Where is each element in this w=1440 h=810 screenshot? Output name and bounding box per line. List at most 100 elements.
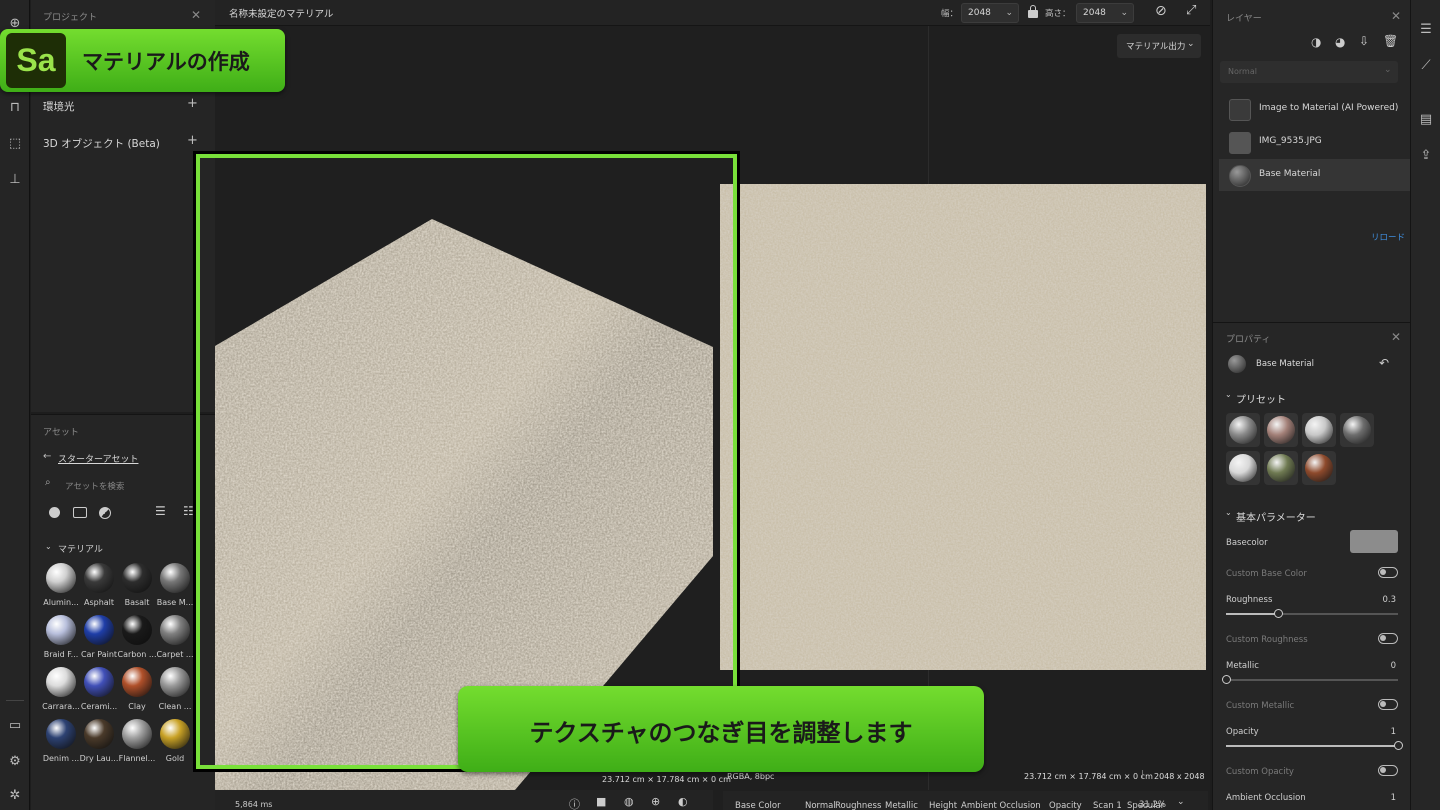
2d-texture-view[interactable] [720, 184, 1206, 670]
channel-tab[interactable]: Height [929, 801, 957, 810]
opacity-knob[interactable] [1394, 741, 1403, 750]
add-material-layer-icon[interactable]: ◕ [1335, 35, 1345, 49]
stamp-tool-icon[interactable]: ⊥ [5, 170, 25, 190]
images-filter-icon[interactable] [73, 507, 87, 518]
asset-material-tile[interactable]: Clean ... [157, 667, 193, 711]
opacity-slider[interactable] [1226, 741, 1403, 750]
blend-mode-select[interactable]: Normal ⌄ [1220, 61, 1398, 83]
asset-material-tile[interactable]: Carrara... [42, 667, 80, 711]
chevron-down-icon[interactable]: ⌄ [45, 542, 52, 551]
height-select[interactable]: 2048 ⌄ [1076, 3, 1134, 23]
asset-material-tile[interactable]: Braid F... [43, 615, 79, 659]
overlay-title: マテリアルの作成 [82, 50, 250, 74]
material-export-button[interactable]: マテリアル出力 ⌄ [1117, 34, 1201, 58]
preset-swatch[interactable] [1226, 451, 1260, 485]
chevron-down-icon[interactable]: ⌄ [1225, 508, 1232, 517]
close-icon[interactable]: ✕ [1391, 330, 1401, 344]
import-icon[interactable]: ⇩ [1359, 34, 1369, 48]
add-environment-light-icon[interactable]: + [187, 96, 198, 111]
ruler-icon[interactable]: ⟋ [1416, 56, 1436, 76]
camera-icon[interactable]: ■ [596, 795, 606, 808]
close-icon[interactable]: ✕ [191, 8, 201, 22]
custom-base-color-toggle[interactable] [1378, 567, 1398, 578]
width-select[interactable]: 2048 ⌄ [961, 3, 1019, 23]
roughness-knob[interactable] [1273, 609, 1283, 618]
settings-icon[interactable]: ⚙ [5, 752, 25, 772]
plugins-icon[interactable]: ✲ [5, 786, 25, 806]
project-item-3d-object[interactable]: 3D オブジェクト (Beta) [43, 136, 160, 151]
preset-swatch[interactable] [1340, 413, 1374, 447]
chevron-down-icon[interactable]: ⌄ [1225, 390, 1232, 399]
list-view-icon[interactable]: ☷ [183, 504, 194, 518]
asset-material-tile[interactable]: Carpet ... [156, 615, 194, 659]
asset-material-label: Base M... [156, 598, 194, 607]
preset-swatch[interactable] [1302, 413, 1336, 447]
material-sphere-icon[interactable]: ◐ [678, 795, 688, 808]
asset-material-tile[interactable]: Cerami... [81, 667, 117, 711]
basecolor-swatch[interactable] [1350, 530, 1398, 553]
texture-resolution: 2048 x 2048 [1154, 772, 1205, 781]
asset-search-field[interactable]: ⌕ アセットを検索 [43, 475, 215, 495]
channel-tab[interactable]: Ambient Occlusion [961, 801, 1041, 810]
globe-icon[interactable]: ⊕ [651, 795, 660, 808]
layers-panel-title: レイヤー [1226, 14, 1262, 24]
asset-material-tile[interactable]: Basalt [119, 563, 155, 607]
preset-swatch[interactable] [1302, 451, 1336, 485]
channel-tab[interactable]: Opacity [1049, 801, 1082, 810]
asset-material-tile[interactable]: Flannel... [119, 719, 155, 763]
properties-icon[interactable]: ▤ [1416, 110, 1436, 130]
back-arrow-icon[interactable]: ← [43, 451, 51, 462]
custom-opacity-toggle[interactable] [1378, 765, 1398, 776]
layer-item-base-material[interactable]: Base Material [1219, 159, 1411, 191]
sort-icon[interactable]: ☰ [155, 504, 166, 518]
custom-roughness-toggle[interactable] [1378, 633, 1398, 644]
add-fill-layer-icon[interactable]: ◑ [1311, 35, 1321, 49]
material-sphere-icon [46, 615, 76, 645]
materials-filter-icon[interactable] [49, 507, 60, 518]
asset-material-tile[interactable]: Car Paint [81, 615, 117, 659]
asset-material-tile[interactable]: Asphalt [81, 563, 117, 607]
close-icon[interactable]: ✕ [1391, 9, 1401, 23]
comment-icon[interactable]: ▭ [5, 716, 25, 736]
reload-link[interactable]: リロード [1371, 231, 1405, 243]
asset-material-tile[interactable]: Dry Lau... [80, 719, 118, 763]
chevron-down-icon[interactable]: ⌄ [1177, 797, 1185, 807]
delete-icon[interactable]: 🗑 [1383, 34, 1398, 48]
layer-item-image[interactable]: IMG_9535.JPG [1219, 126, 1411, 158]
transform-tool-icon[interactable]: ⬚ [5, 134, 25, 154]
lock-icon[interactable] [1028, 5, 1038, 18]
asset-material-tile[interactable]: Gold [157, 719, 193, 763]
asset-material-tile[interactable]: Base M... [157, 563, 193, 607]
info-icon[interactable]: ⓘ [569, 796, 580, 810]
channel-tab[interactable]: Metallic [885, 801, 918, 810]
preset-swatch[interactable] [1264, 413, 1298, 447]
zoom-level[interactable]: 31.2% [1139, 800, 1166, 810]
metallic-knob[interactable] [1222, 675, 1231, 684]
substance-filter-icon[interactable] [99, 507, 111, 519]
asset-material-tile[interactable]: Alumin... [43, 563, 79, 607]
channel-tab[interactable]: Roughness [835, 801, 881, 810]
channel-tab[interactable]: Normal [805, 801, 836, 810]
panel-divider [1213, 322, 1411, 323]
adjustments-icon[interactable]: ☰ [1416, 20, 1436, 40]
asset-material-tile[interactable]: Carbon ... [118, 615, 157, 659]
perspective-tool-icon[interactable]: ⊓ [5, 98, 25, 118]
reset-icon[interactable]: ↶ [1379, 356, 1389, 370]
roughness-slider[interactable] [1226, 609, 1398, 618]
starter-assets-link[interactable]: スターターアセット [58, 452, 138, 465]
environment-icon[interactable]: ◍ [624, 795, 634, 808]
preset-swatch[interactable] [1226, 413, 1260, 447]
fullscreen-icon[interactable]: ⤢ [1186, 3, 1196, 18]
custom-metallic-toggle[interactable] [1378, 699, 1398, 710]
project-item-environment-light[interactable]: 環境光 [43, 99, 75, 114]
hide-ui-icon[interactable]: ⊘ [1155, 3, 1167, 19]
layer-item-image-to-material[interactable]: Image to Material (AI Powered) [1219, 93, 1411, 125]
channel-tab[interactable]: Base Color [735, 801, 781, 810]
metallic-slider[interactable] [1222, 675, 1398, 684]
share-icon[interactable]: ⇪ [1416, 146, 1436, 166]
asset-material-tile[interactable]: Denim ... [43, 719, 79, 763]
asset-material-tile[interactable]: Clay [119, 667, 155, 711]
preset-swatch[interactable] [1264, 451, 1298, 485]
add-3d-object-icon[interactable]: + [187, 133, 198, 148]
channel-tab[interactable]: Scan 1 [1093, 801, 1122, 810]
